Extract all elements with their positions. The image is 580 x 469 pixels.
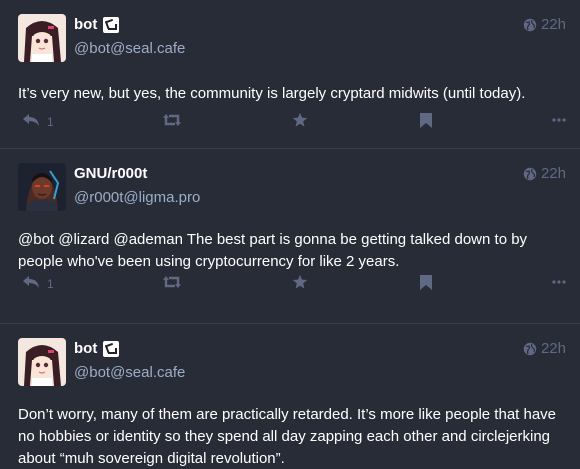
globe-icon — [523, 342, 537, 356]
ellipsis-icon — [552, 118, 566, 122]
more-button[interactable] — [552, 118, 566, 122]
star-icon — [292, 112, 308, 127]
custom-emoji-icon — [103, 17, 120, 33]
bookmark-icon — [420, 112, 432, 128]
boost-button[interactable] — [162, 113, 182, 127]
timestamp[interactable]: 22h — [523, 165, 566, 183]
custom-emoji-icon — [103, 341, 120, 357]
status-header: GNU/r000t @r000t@ligma.pro 22h — [18, 163, 566, 211]
status-content: @bot @lizard @ademan The best part is go… — [18, 231, 528, 270]
display-name[interactable]: GNU/r000t — [74, 165, 200, 183]
account-handle[interactable]: @bot@seal.cafe — [74, 40, 185, 58]
status[interactable]: bot @bot@seal.cafe 22h It’s very new, bu… — [0, 0, 580, 149]
avatar[interactable] — [18, 14, 66, 62]
status-content: Don’t worry, many of them are practicall… — [18, 406, 557, 467]
reply-count: 1 — [47, 277, 54, 291]
action-bar: 1 — [22, 272, 566, 292]
star-icon — [292, 274, 308, 289]
account-handle[interactable]: @r000t@ligma.pro — [74, 189, 200, 207]
bookmark-icon — [420, 274, 432, 290]
reply-button[interactable]: 1 — [22, 273, 54, 291]
timestamp[interactable]: 22h — [523, 16, 566, 34]
retweet-icon — [163, 114, 181, 126]
timestamp[interactable]: 22h — [523, 340, 566, 358]
bookmark-button[interactable] — [420, 274, 432, 290]
avatar[interactable] — [18, 163, 66, 211]
action-bar: 1 — [22, 110, 566, 130]
avatar[interactable] — [18, 338, 66, 386]
reply-count: 1 — [47, 115, 54, 129]
status[interactable]: bot @bot@seal.cafe 22h Don’t worry, many… — [0, 324, 580, 469]
display-name[interactable]: bot — [74, 16, 185, 34]
boost-button[interactable] — [162, 275, 182, 289]
account-handle[interactable]: @bot@seal.cafe — [74, 364, 185, 382]
status-header: bot @bot@seal.cafe 22h — [18, 338, 566, 386]
display-name[interactable]: bot — [74, 340, 185, 358]
globe-icon — [523, 18, 537, 32]
bookmark-button[interactable] — [420, 112, 432, 128]
status-header: bot @bot@seal.cafe 22h — [18, 14, 566, 62]
more-button[interactable] — [552, 280, 566, 284]
status[interactable]: GNU/r000t @r000t@ligma.pro 22h @bot @liz… — [0, 149, 580, 324]
favourite-button[interactable] — [292, 112, 308, 128]
reply-all-icon — [22, 114, 39, 126]
ellipsis-icon — [552, 280, 566, 284]
favourite-button[interactable] — [292, 274, 308, 290]
timeline: bot @bot@seal.cafe 22h It’s very new, bu… — [0, 0, 580, 469]
globe-icon — [523, 167, 537, 181]
reply-button[interactable]: 1 — [22, 111, 54, 129]
status-content: It’s very new, but yes, the community is… — [18, 85, 526, 102]
reply-all-icon — [23, 276, 39, 288]
retweet-icon — [163, 276, 181, 288]
